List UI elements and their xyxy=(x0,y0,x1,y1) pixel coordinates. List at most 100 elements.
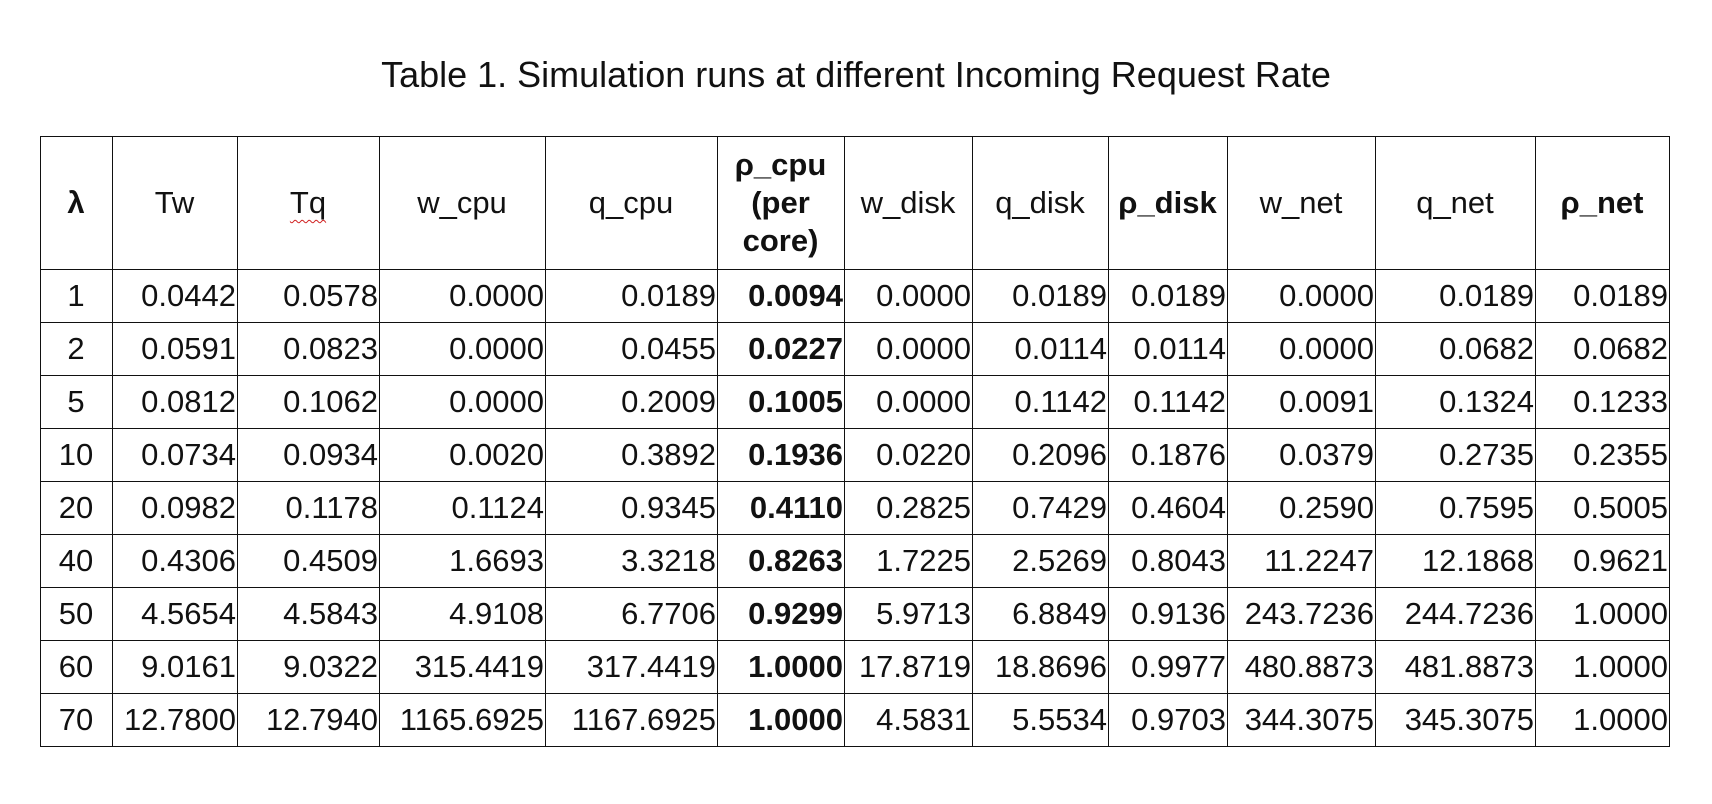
column-header-rho-net: ρ_net xyxy=(1535,136,1670,270)
table-cell-q-disk: 6.8849 xyxy=(972,587,1109,641)
column-header-label: q_disk xyxy=(995,185,1085,220)
table-cell-w-cpu: 4.9108 xyxy=(379,587,546,641)
table-cell-rho-net: 0.2355 xyxy=(1535,428,1670,482)
table-row: 5 0.0812 0.1062 0.0000 0.2009 0.1005 0.0000 0.1… xyxy=(40,375,1670,429)
table-cell-q-disk: 5.5534 xyxy=(972,693,1109,747)
table-cell-w-cpu: 0.1124 xyxy=(379,481,546,535)
table-row: 20 0.0982 0.1178 0.1124 0.9345 0.4110 0.2825 0.… xyxy=(40,481,1670,535)
table-row: 50 4.5654 4.5843 4.9108 6.7706 0.9299 5.9713 6.… xyxy=(40,587,1670,641)
column-header-rho-disk: ρ_disk xyxy=(1108,136,1228,270)
column-header-q-disk: q_disk xyxy=(972,136,1109,270)
column-header-label: w_cpu xyxy=(417,185,507,220)
table-cell-w-disk: 0.0000 xyxy=(844,269,973,323)
table-cell-w-disk: 0.0220 xyxy=(844,428,973,482)
column-header-label: w_net xyxy=(1259,185,1343,220)
table-cell-tq: 4.5843 xyxy=(237,587,380,641)
table-cell-rho-disk: 0.1876 xyxy=(1108,428,1228,482)
table-cell-w-disk: 0.0000 xyxy=(844,322,973,376)
table-cell-q-cpu: 1167.6925 xyxy=(545,693,718,747)
table-title: Table 1. Simulation runs at different In… xyxy=(381,54,1331,95)
table-cell-q-cpu: 3.3218 xyxy=(545,534,718,588)
table-cell-rho-cpu-per-core: 0.1005 xyxy=(717,375,845,429)
table-cell-tw: 0.0591 xyxy=(112,322,238,376)
table-body: 1 0.0442 0.0578 0.0000 0.0189 0.0094 0.0000 0.0… xyxy=(40,269,1670,747)
column-header-tq: Tq xyxy=(237,136,380,270)
column-header-q-cpu: q_cpu xyxy=(545,136,718,270)
table-cell-rho-cpu-per-core: 1.0000 xyxy=(717,640,845,694)
table-cell-tw: 12.7800 xyxy=(112,693,238,747)
table-cell-q-cpu: 0.9345 xyxy=(545,481,718,535)
table-cell-tw: 0.0812 xyxy=(112,375,238,429)
table-cell-rho-net: 1.0000 xyxy=(1535,693,1670,747)
table-row: 70 12.7800 12.7940 1165.6925 1167.6925 1.0000… xyxy=(40,693,1670,747)
table-row: 1 0.0442 0.0578 0.0000 0.0189 0.0094 0.0000 0.0… xyxy=(40,269,1670,323)
table-cell-rho-net: 0.5005 xyxy=(1535,481,1670,535)
table-cell-rho-cpu-per-core: 0.0227 xyxy=(717,322,845,376)
table-cell-w-net: 480.8873 xyxy=(1227,640,1376,694)
table-cell-w-cpu: 0.0000 xyxy=(379,322,546,376)
table-cell-rho-cpu-per-core: 0.0094 xyxy=(717,269,845,323)
table-cell-w-disk: 4.5831 xyxy=(844,693,973,747)
column-header-rho-cpu-per-core: ρ_cpu (per core) xyxy=(717,136,845,270)
table-cell-lambda: 2 xyxy=(40,322,113,376)
column-header-w-disk: w_disk xyxy=(844,136,973,270)
table-row: 60 9.0161 9.0322 315.4419 317.4419 1.0000 17.8… xyxy=(40,640,1670,694)
table-cell-q-net: 0.2735 xyxy=(1375,428,1536,482)
table-cell-w-disk: 1.7225 xyxy=(844,534,973,588)
column-header-w-net: w_net xyxy=(1227,136,1376,270)
table-cell-w-net: 0.0000 xyxy=(1227,269,1376,323)
table-cell-w-net: 0.0000 xyxy=(1227,322,1376,376)
table-cell-lambda: 40 xyxy=(40,534,113,588)
table-cell-w-disk: 0.2825 xyxy=(844,481,973,535)
table-cell-w-cpu: 0.0000 xyxy=(379,375,546,429)
column-header-tw: Tw xyxy=(112,136,238,270)
column-header-label: q_net xyxy=(1416,185,1494,220)
table-cell-w-disk: 17.8719 xyxy=(844,640,973,694)
table-cell-tw: 0.0442 xyxy=(112,269,238,323)
table-cell-tw: 9.0161 xyxy=(112,640,238,694)
table-cell-q-disk: 0.0114 xyxy=(972,322,1109,376)
table-cell-tq: 0.0578 xyxy=(237,269,380,323)
column-header-label: q_cpu xyxy=(588,185,674,220)
table-cell-tq: 0.1178 xyxy=(237,481,380,535)
table-cell-q-net: 12.1868 xyxy=(1375,534,1536,588)
column-header-label: λ xyxy=(67,185,85,220)
table-cell-q-cpu: 0.0189 xyxy=(545,269,718,323)
table-cell-tw: 0.0734 xyxy=(112,428,238,482)
table-cell-q-net: 0.7595 xyxy=(1375,481,1536,535)
table-cell-lambda: 60 xyxy=(40,640,113,694)
table-cell-w-cpu: 1.6693 xyxy=(379,534,546,588)
column-header-w-cpu: w_cpu xyxy=(379,136,546,270)
table-cell-w-cpu: 1165.6925 xyxy=(379,693,546,747)
table-cell-w-net: 11.2247 xyxy=(1227,534,1376,588)
table-cell-q-net: 481.8873 xyxy=(1375,640,1536,694)
table-row: 2 0.0591 0.0823 0.0000 0.0455 0.0227 0.0000 0.0… xyxy=(40,322,1670,376)
table-cell-w-net: 0.0091 xyxy=(1227,375,1376,429)
table-cell-q-disk: 0.2096 xyxy=(972,428,1109,482)
column-header-lambda: λ xyxy=(40,136,113,270)
table-cell-rho-disk: 0.0114 xyxy=(1108,322,1228,376)
column-header-label: w_disk xyxy=(860,185,956,220)
table-cell-rho-net: 0.9621 xyxy=(1535,534,1670,588)
table-cell-q-net: 244.7236 xyxy=(1375,587,1536,641)
table-cell-w-cpu: 0.0000 xyxy=(379,269,546,323)
table-cell-rho-net: 0.1233 xyxy=(1535,375,1670,429)
table-cell-rho-cpu-per-core: 0.8263 xyxy=(717,534,845,588)
table-cell-q-net: 0.0682 xyxy=(1375,322,1536,376)
table-cell-w-net: 0.2590 xyxy=(1227,481,1376,535)
table-cell-lambda: 70 xyxy=(40,693,113,747)
table-cell-rho-disk: 0.8043 xyxy=(1108,534,1228,588)
table-cell-q-disk: 0.0189 xyxy=(972,269,1109,323)
table-cell-tw: 0.0982 xyxy=(112,481,238,535)
column-header-label: ρ_net xyxy=(1560,185,1644,220)
table-cell-rho-net: 1.0000 xyxy=(1535,587,1670,641)
table-cell-tq: 0.0934 xyxy=(237,428,380,482)
table-cell-rho-disk: 0.4604 xyxy=(1108,481,1228,535)
table-cell-rho-net: 1.0000 xyxy=(1535,640,1670,694)
table-row: 40 0.4306 0.4509 1.6693 3.3218 0.8263 1.7225 2.… xyxy=(40,534,1670,588)
table-cell-q-cpu: 6.7706 xyxy=(545,587,718,641)
table-cell-w-cpu: 0.0020 xyxy=(379,428,546,482)
table-cell-w-disk: 5.9713 xyxy=(844,587,973,641)
table-cell-q-net: 0.0189 xyxy=(1375,269,1536,323)
column-header-label: ρ_disk xyxy=(1118,185,1217,220)
